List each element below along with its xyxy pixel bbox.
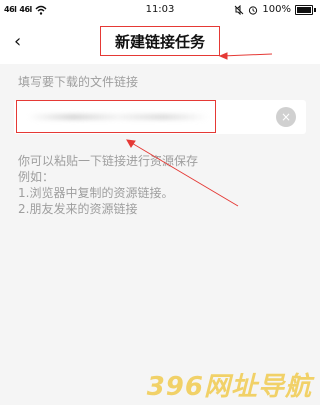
blurred-link-text [28, 114, 208, 120]
battery-text: 100% [262, 4, 291, 15]
input-arrow-head [126, 139, 136, 148]
mute-icon [235, 5, 244, 15]
watermark: 396网址导航 [146, 372, 312, 402]
battery-tip [314, 8, 316, 12]
alarm-icon [249, 6, 258, 15]
hint-line-3: 1.浏览器中复制的资源链接。 [18, 186, 174, 200]
hint-line-4: 2.朋友发来的资源链接 [18, 202, 138, 216]
input-label: 填写要下载的文件链接 [18, 75, 139, 89]
clear-icon[interactable]: × [276, 107, 296, 127]
hint-line-2: 例如： [18, 170, 55, 184]
header: ‹ 新建链接任务 [0, 20, 320, 64]
status-right: 100% [234, 0, 316, 20]
status-bar: 46l 46l 11:03 100% [0, 0, 320, 20]
battery-icon [295, 5, 313, 15]
page-title: 新建链接任务 [114, 33, 205, 51]
hint-line-1: 你可以粘贴一下链接进行资源保存 [18, 154, 199, 168]
link-input[interactable]: × [14, 100, 306, 134]
